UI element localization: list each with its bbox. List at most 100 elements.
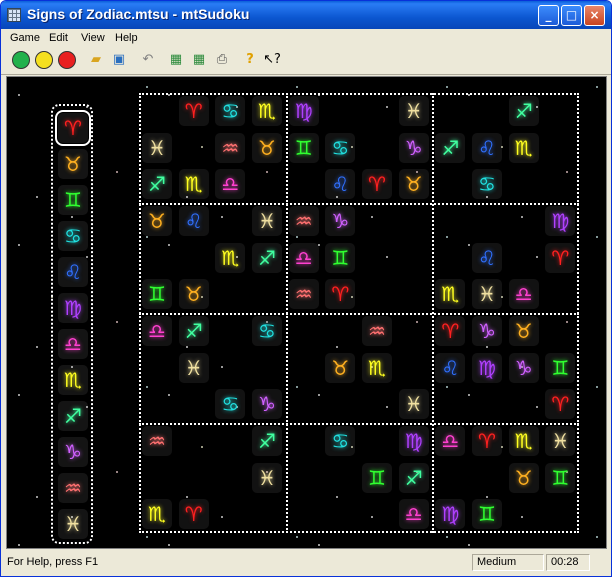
grid-cell[interactable] — [435, 96, 465, 126]
grid-solve-icon[interactable]: ▦ — [167, 51, 185, 69]
grid-cell[interactable] — [362, 96, 392, 126]
grid-cell[interactable]: ♐ — [252, 426, 282, 456]
grid-cell[interactable]: ♌ — [325, 169, 356, 200]
grid-cell[interactable] — [252, 169, 282, 199]
grid-cell[interactable] — [142, 353, 172, 383]
grid-cell[interactable] — [325, 499, 355, 529]
grid-cell[interactable]: ♉ — [178, 279, 209, 310]
grid-cell[interactable] — [399, 206, 429, 236]
grid-cell[interactable]: ♏ — [508, 426, 539, 456]
grid-cell[interactable] — [545, 133, 575, 163]
grid-cell[interactable]: ♍ — [472, 352, 502, 383]
grid-cell[interactable]: ♐ — [142, 169, 172, 200]
grid-cell[interactable]: ♊ — [472, 499, 502, 530]
grid-cell[interactable]: ♒ — [362, 316, 392, 346]
grid-cell[interactable]: ♐ — [435, 132, 466, 163]
grid-cell[interactable]: ♈ — [178, 96, 209, 126]
grid-cell[interactable] — [215, 463, 245, 493]
menu-game[interactable]: Game — [10, 32, 40, 44]
grid-cell[interactable] — [325, 463, 355, 493]
grid-cell[interactable]: ♒ — [288, 279, 319, 310]
grid-cell[interactable]: ♏ — [508, 132, 539, 163]
palette-gemini-icon[interactable]: ♊ — [58, 185, 88, 215]
menu-help[interactable]: Help — [115, 32, 138, 44]
palette-leo-icon[interactable]: ♌ — [58, 257, 88, 287]
grid-cell[interactable] — [179, 243, 209, 273]
grid-cell[interactable]: ♓ — [545, 426, 576, 456]
grid-cell[interactable]: ♓ — [252, 206, 282, 236]
palette-taurus-icon[interactable]: ♉ — [58, 149, 88, 179]
grid-cell[interactable]: ♑ — [472, 316, 502, 346]
grid-cell[interactable]: ♎ — [508, 279, 539, 310]
print-icon[interactable]: ⎙ — [213, 51, 231, 69]
grid-cell[interactable]: ♋ — [252, 316, 282, 346]
grid-cell[interactable] — [435, 243, 465, 273]
grid-cell[interactable] — [472, 206, 502, 236]
grid-cell[interactable] — [472, 463, 502, 493]
palette-aries-icon[interactable]: ♈ — [55, 110, 91, 146]
grid-cell[interactable] — [142, 389, 172, 419]
grid-cell[interactable] — [545, 316, 575, 346]
undo-arrow-icon[interactable]: ↶ — [139, 51, 157, 69]
grid-cell[interactable]: ♍ — [545, 206, 576, 236]
menu-view[interactable]: View — [81, 32, 105, 44]
grid-cell[interactable]: ♏ — [215, 242, 246, 273]
grid-cell[interactable]: ♉ — [508, 462, 539, 493]
palette-scorpio-icon[interactable]: ♏ — [58, 365, 88, 395]
palette-pisces-icon[interactable]: ♓ — [58, 509, 88, 539]
grid-cell[interactable] — [399, 316, 429, 346]
grid-cell[interactable]: ♎ — [288, 242, 319, 273]
close-button[interactable]: × — [584, 5, 605, 26]
grid-cell[interactable] — [289, 499, 319, 529]
grid-cell[interactable]: ♈ — [178, 499, 209, 530]
grid-cell[interactable] — [215, 426, 245, 456]
help-question-icon[interactable]: ? — [241, 51, 259, 69]
grid-cell[interactable] — [545, 499, 575, 529]
grid-cell[interactable] — [399, 353, 429, 383]
grid-cell[interactable] — [142, 463, 172, 493]
menu-edit[interactable]: Edit — [49, 32, 68, 44]
red-smiley-icon[interactable] — [58, 51, 76, 69]
grid-cell[interactable] — [509, 243, 539, 273]
grid-cell[interactable] — [435, 169, 465, 199]
grid-cell[interactable]: ♏ — [178, 169, 209, 200]
grid-cell[interactable]: ♑ — [325, 206, 356, 236]
grid-cell[interactable]: ♓ — [252, 462, 282, 493]
grid-cell[interactable]: ♌ — [435, 352, 466, 383]
grid-cell[interactable] — [545, 279, 575, 309]
grid-cell[interactable]: ♈ — [435, 316, 466, 346]
grid-cell[interactable] — [142, 243, 172, 273]
grid-cell[interactable]: ♎ — [215, 169, 246, 200]
grid-cell[interactable]: ♋ — [325, 426, 356, 456]
grid-cell[interactable]: ♉ — [325, 352, 356, 383]
grid-cell[interactable]: ♑ — [508, 352, 539, 383]
grid-cell[interactable] — [289, 353, 319, 383]
grid-cell[interactable] — [252, 279, 282, 309]
grid-cell[interactable] — [509, 169, 539, 199]
grid-cell[interactable]: ♋ — [215, 96, 246, 126]
grid-cell[interactable]: ♍ — [288, 96, 319, 126]
grid-cell[interactable] — [362, 243, 392, 273]
grid-cell[interactable]: ♏ — [362, 352, 392, 383]
grid-cell[interactable]: ♌ — [472, 132, 502, 163]
grid-cell[interactable]: ♓ — [178, 352, 209, 383]
grid-cell[interactable] — [289, 169, 319, 199]
grid-cell[interactable] — [215, 316, 245, 346]
grid-cell[interactable] — [509, 499, 539, 529]
grid-cell[interactable] — [325, 316, 355, 346]
grid-cell[interactable] — [362, 499, 392, 529]
grid-cell[interactable]: ♓ — [142, 132, 172, 163]
grid-cell[interactable] — [179, 133, 209, 163]
grid-cell[interactable] — [362, 279, 392, 309]
grid-cell[interactable]: ♑ — [398, 132, 429, 163]
grid-cell[interactable] — [435, 463, 465, 493]
save-disk-icon[interactable]: ▣ — [110, 51, 128, 69]
grid-cell[interactable]: ♐ — [398, 462, 429, 493]
grid-cell[interactable] — [289, 426, 319, 456]
grid-cell[interactable]: ♐ — [178, 316, 209, 346]
grid-cell[interactable]: ♓ — [472, 279, 502, 310]
grid-cell[interactable] — [545, 169, 575, 199]
yellow-smiley-icon[interactable] — [35, 51, 53, 69]
grid-cell[interactable] — [252, 353, 282, 383]
grid-cell[interactable] — [289, 316, 319, 346]
